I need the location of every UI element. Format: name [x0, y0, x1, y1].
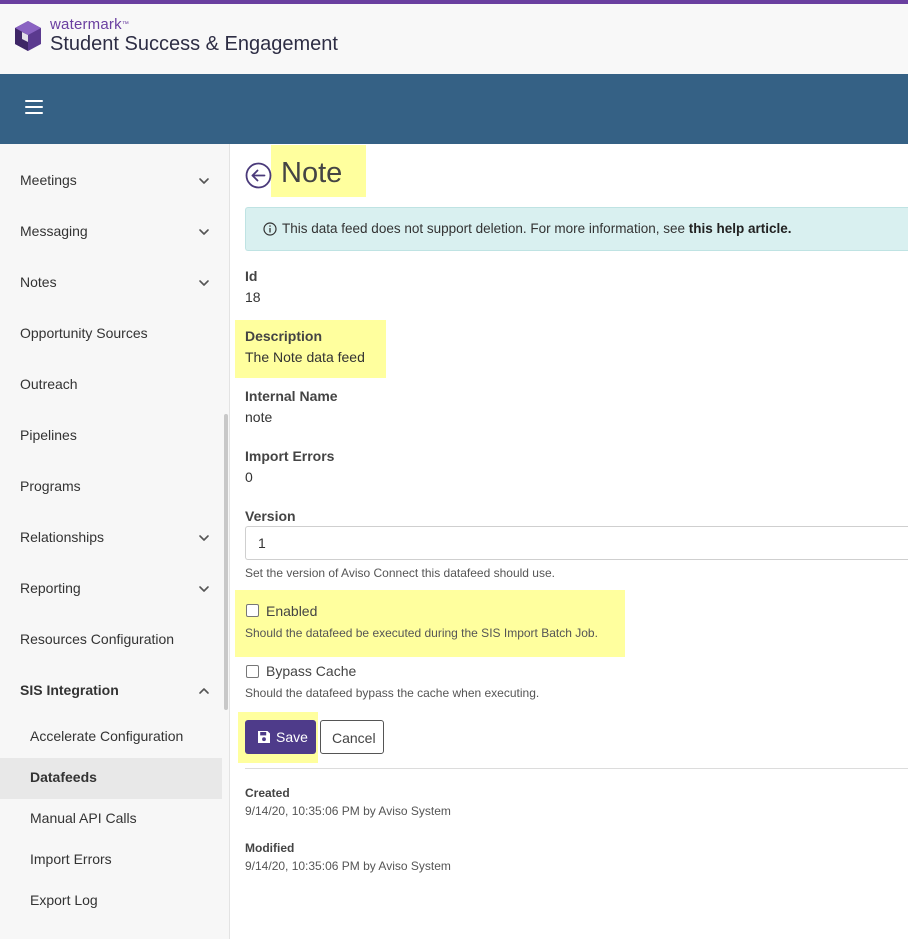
- id-label: Id: [245, 268, 258, 284]
- alert-text: This data feed does not support deletion…: [282, 221, 689, 236]
- sidebar-subitem-manual-api-calls[interactable]: Manual API Calls: [0, 799, 222, 840]
- sidebar-item-label: Pipelines: [20, 427, 77, 443]
- sidebar-subitem-label: Import Errors: [30, 851, 112, 867]
- sidebar-subitem-label: Export Log: [30, 892, 98, 908]
- sidebar-item-resources-configuration[interactable]: Resources Configuration: [0, 620, 222, 661]
- sidebar-item-label: Messaging: [20, 223, 88, 239]
- cancel-button[interactable]: Cancel: [320, 720, 384, 754]
- help-article-link[interactable]: this help article.: [689, 221, 792, 236]
- description-label: Description: [245, 328, 323, 344]
- save-button[interactable]: Save: [245, 720, 316, 754]
- version-label: Version: [245, 508, 296, 524]
- sidebar-item-relationships[interactable]: Relationships: [0, 518, 222, 559]
- created-label: Created: [245, 786, 290, 800]
- internal-name-label: Internal Name: [245, 388, 338, 404]
- chevron-down-icon[interactable]: [198, 226, 210, 238]
- description-value: The Note data feed: [245, 349, 365, 365]
- sidebar-subitem-accelerate-configuration[interactable]: Accelerate Configuration: [0, 717, 222, 758]
- import-errors-label: Import Errors: [245, 448, 335, 464]
- enabled-help-text: Should the datafeed be executed during t…: [245, 626, 598, 640]
- sidebar-item-label: Outreach: [20, 376, 78, 392]
- internal-name-value: note: [245, 409, 273, 425]
- save-button-label: Save: [276, 729, 308, 745]
- sidebar-item-label: SIS Integration: [20, 682, 119, 698]
- import-errors-value: 0: [245, 469, 253, 485]
- version-input[interactable]: [245, 526, 908, 560]
- info-alert: This data feed does not support deletion…: [245, 207, 908, 251]
- bypass-cache-help-text: Should the datafeed bypass the cache whe…: [245, 686, 540, 700]
- created-value: 9/14/20, 10:35:06 PM by Aviso System: [245, 804, 451, 818]
- sidebar-item-messaging[interactable]: Messaging: [0, 212, 222, 253]
- version-help-text: Set the version of Aviso Connect this da…: [245, 566, 555, 580]
- modified-label: Modified: [245, 841, 295, 855]
- sidebar-subitem-label: Datafeeds: [30, 769, 97, 785]
- sidebar-subitem-label: Accelerate Configuration: [30, 728, 184, 744]
- highlight-enabled: [235, 590, 625, 657]
- sidebar-item-programs[interactable]: Programs: [0, 467, 222, 508]
- floppy-disk-icon: [258, 731, 270, 743]
- chevron-down-icon[interactable]: [198, 532, 210, 544]
- bypass-cache-checkbox[interactable]: [246, 665, 259, 678]
- section-divider: [245, 768, 908, 769]
- sidebar-item-meetings[interactable]: Meetings: [0, 161, 222, 202]
- enabled-checkbox[interactable]: [246, 604, 259, 617]
- sidebar-subitem-import-errors[interactable]: Import Errors: [0, 840, 222, 881]
- back-arrow-icon[interactable]: [245, 162, 272, 189]
- sidebar-item-label: Programs: [20, 478, 81, 494]
- top-nav-bar: [0, 74, 908, 144]
- bypass-cache-label[interactable]: Bypass Cache: [266, 663, 356, 679]
- page-title: Note: [281, 157, 343, 189]
- cancel-button-label: Cancel: [332, 730, 376, 746]
- chevron-down-icon[interactable]: [198, 583, 210, 595]
- id-value: 18: [245, 289, 261, 305]
- sidebar-subitem-datafeeds[interactable]: Datafeeds: [0, 758, 222, 799]
- sidebar-item-opportunity-sources[interactable]: Opportunity Sources: [0, 314, 222, 355]
- app-title: Student Success & Engagement: [50, 33, 338, 55]
- sidebar-item-label: Relationships: [20, 529, 105, 545]
- chevron-down-icon[interactable]: [198, 175, 210, 187]
- chevron-down-icon[interactable]: [198, 277, 210, 289]
- sidebar-item-label: Meetings: [20, 172, 77, 188]
- hamburger-icon[interactable]: [25, 100, 43, 116]
- sidebar-item-label: Reporting: [20, 580, 81, 596]
- sidebar-item-label: Resources Configuration: [20, 631, 175, 647]
- sidebar-subitem-label: Manual API Calls: [30, 810, 137, 826]
- sidebar-item-outreach[interactable]: Outreach: [0, 365, 222, 406]
- sidebar-item-pipelines[interactable]: Pipelines: [0, 416, 222, 457]
- sidebar-scrollbar[interactable]: [224, 414, 228, 710]
- sidebar-item-notes[interactable]: Notes: [0, 263, 222, 304]
- modified-value: 9/14/20, 10:35:06 PM by Aviso System: [245, 859, 451, 873]
- sidebar-item-sis-integration[interactable]: SIS Integration: [0, 671, 222, 712]
- sidebar-item-label: Notes: [20, 274, 57, 290]
- sidebar-subitem-export-log[interactable]: Export Log: [0, 881, 222, 922]
- info-circle-icon: [263, 222, 277, 236]
- sidebar-item-reporting[interactable]: Reporting: [0, 569, 222, 610]
- sidebar-item-label: Opportunity Sources: [20, 325, 148, 341]
- watermark-logo-icon: [15, 21, 41, 51]
- enabled-label[interactable]: Enabled: [266, 603, 317, 619]
- chevron-up-icon[interactable]: [198, 685, 210, 697]
